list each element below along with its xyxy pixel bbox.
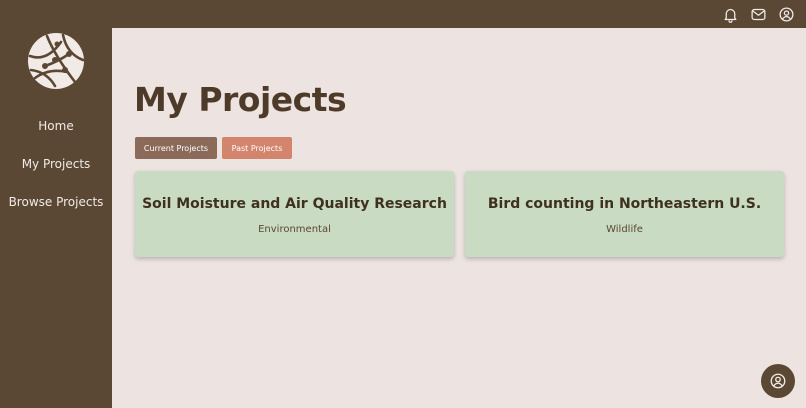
mail-icon[interactable] — [748, 4, 768, 24]
user-circle-icon — [770, 373, 786, 389]
top-icons — [720, 4, 796, 24]
bell-icon[interactable] — [720, 4, 740, 24]
profile-fab-button[interactable] — [761, 364, 795, 398]
user-circle-icon[interactable] — [776, 4, 796, 24]
page-title: My Projects — [134, 80, 347, 119]
tab-current-projects[interactable]: Current Projects — [135, 137, 217, 159]
sidebar: Home My Projects Browse Projects — [0, 28, 112, 408]
sidebar-item-browse-projects[interactable]: Browse Projects — [0, 195, 112, 209]
sidebar-item-home[interactable]: Home — [0, 119, 112, 133]
project-title: Soil Moisture and Air Quality Research — [142, 196, 447, 212]
top-bar — [0, 0, 806, 28]
project-category: Environmental — [258, 224, 331, 235]
project-card[interactable]: Bird counting in Northeastern U.S. Wildl… — [465, 171, 784, 257]
sidebar-item-my-projects[interactable]: My Projects — [0, 157, 112, 171]
project-category: Wildlife — [606, 224, 643, 235]
project-title: Bird counting in Northeastern U.S. — [487, 196, 762, 212]
network-globe-icon[interactable] — [27, 32, 85, 90]
project-card[interactable]: Soil Moisture and Air Quality Research E… — [135, 171, 454, 257]
tab-past-projects[interactable]: Past Projects — [222, 137, 292, 159]
